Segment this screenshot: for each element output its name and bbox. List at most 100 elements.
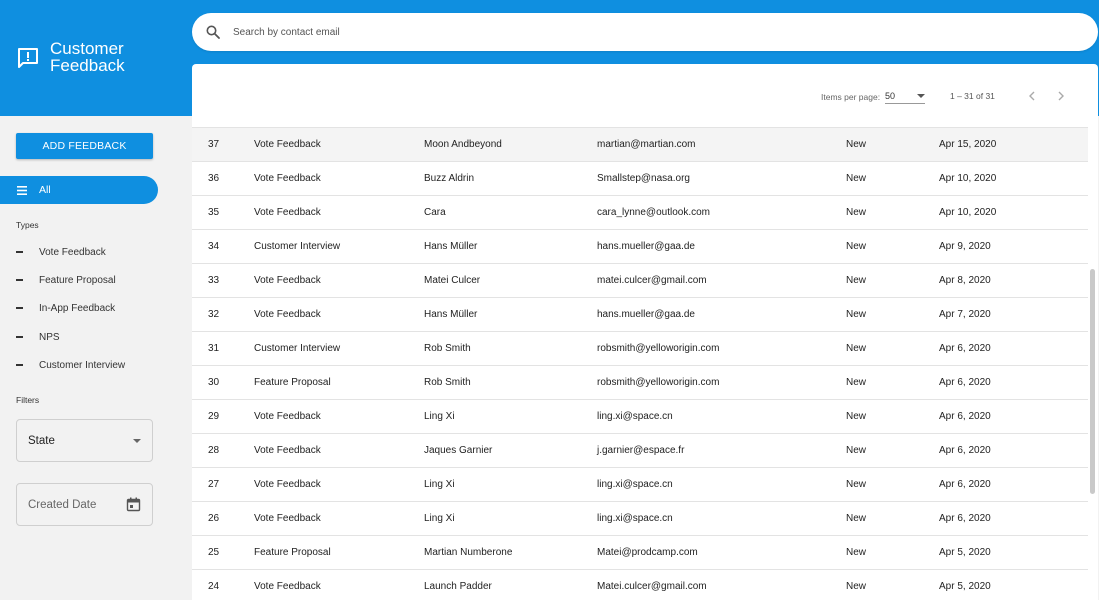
row-created-date: Apr 7, 2020 (939, 309, 991, 320)
row-state: New (846, 343, 867, 354)
sidebar-item-vote-feedback[interactable]: Vote Feedback (16, 242, 106, 262)
dash-icon (16, 279, 23, 281)
row-contact-name: Launch Padder (424, 581, 492, 592)
table-row[interactable]: 28 Vote Feedback Jaques Garnier j.garnier@e… (192, 434, 1088, 468)
table-row[interactable]: 25 Feature Proposal Martian Numberone Matei… (192, 536, 1088, 570)
search-input[interactable] (233, 26, 833, 38)
row-state: New (846, 139, 867, 150)
row-contact-email: Matei.culcer@gmail.com (597, 581, 707, 592)
row-contact-email: ling.xi@space.cn (597, 411, 673, 422)
row-type: Vote Feedback (254, 207, 321, 218)
state-select[interactable]: State (16, 419, 153, 462)
table-row[interactable]: 33 Vote Feedback Matei Culcer matei.culcer@… (192, 264, 1088, 298)
app-title: Customer Feedback (50, 40, 125, 74)
row-contact-name: Hans Müller (424, 241, 478, 252)
row-created-date: Apr 6, 2020 (939, 445, 991, 456)
row-id: 32 (208, 309, 220, 320)
dash-icon (16, 251, 23, 253)
row-type: Feature Proposal (254, 547, 331, 558)
feedback-table: 37 Vote Feedback Moon Andbeyond martian@mar… (192, 127, 1088, 600)
sidebar-item-customer-interview[interactable]: Customer Interview (16, 355, 125, 375)
caret-down-icon (917, 93, 925, 98)
search-icon (206, 25, 220, 39)
row-created-date: Apr 5, 2020 (939, 547, 991, 558)
scrollbar[interactable] (1090, 269, 1095, 494)
filters-heading: Filters (16, 395, 40, 405)
table-row[interactable]: 37 Vote Feedback Moon Andbeyond martian@mar… (192, 127, 1088, 162)
table-row[interactable]: 35 Vote Feedback Cara cara_lynne@outlook.co… (192, 196, 1088, 230)
row-created-date: Apr 8, 2020 (939, 275, 991, 286)
row-type: Vote Feedback (254, 513, 321, 524)
row-id: 33 (208, 275, 220, 286)
sidebar-item-feature-proposal[interactable]: Feature Proposal (16, 270, 116, 290)
row-type: Customer Interview (254, 241, 341, 252)
row-contact-name: Moon Andbeyond (424, 139, 502, 150)
row-contact-email: Matei@prodcamp.com (597, 547, 698, 558)
row-created-date: Apr 9, 2020 (939, 241, 991, 252)
row-contact-email: hans.mueller@gaa.de (597, 241, 695, 252)
sidebar-item-all-label: All (39, 184, 51, 196)
feedback-table-card: Items per page: 50 1 – 31 of 31 37 Vote F… (192, 64, 1098, 600)
table-row[interactable]: 29 Vote Feedback Ling Xi ling.xi@space.cn Ne… (192, 400, 1088, 434)
table-row[interactable]: 26 Vote Feedback Ling Xi ling.xi@space.cn Ne… (192, 502, 1088, 536)
row-contact-name: Rob Smith (424, 377, 471, 388)
row-id: 34 (208, 241, 220, 252)
sidebar-item-label: In-App Feedback (39, 302, 116, 314)
feedback-icon (18, 48, 38, 68)
add-feedback-button[interactable]: ADD FEEDBACK (16, 133, 153, 159)
items-per-page-select[interactable]: 50 (885, 88, 925, 104)
row-contact-name: Cara (424, 207, 446, 218)
table-row[interactable]: 32 Vote Feedback Hans Müller hans.mueller@g… (192, 298, 1088, 332)
row-id: 31 (208, 343, 220, 354)
row-id: 29 (208, 411, 220, 422)
table-row[interactable]: 31 Customer Interview Rob Smith robsmith@ye… (192, 332, 1088, 366)
row-contact-name: Hans Müller (424, 309, 478, 320)
row-contact-name: Jaques Garnier (424, 445, 493, 456)
row-contact-email: cara_lynne@outlook.com (597, 207, 710, 218)
sidebar-item-nps[interactable]: NPS (16, 327, 60, 347)
sidebar-item-label: Vote Feedback (39, 246, 106, 258)
row-created-date: Apr 6, 2020 (939, 343, 991, 354)
sidebar-item-all[interactable]: All (0, 176, 158, 204)
row-contact-name: Rob Smith (424, 343, 471, 354)
row-created-date: Apr 15, 2020 (939, 139, 997, 150)
dash-icon (16, 307, 23, 309)
table-row[interactable]: 30 Feature Proposal Rob Smith robsmith@yell… (192, 366, 1088, 400)
row-contact-email: ling.xi@space.cn (597, 513, 673, 524)
row-state: New (846, 377, 867, 388)
items-per-page-label: Items per page: (821, 92, 881, 102)
sidebar-item-in-app-feedback[interactable]: In-App Feedback (16, 298, 115, 318)
row-created-date: Apr 6, 2020 (939, 479, 991, 490)
row-state: New (846, 479, 867, 490)
row-id: 36 (208, 173, 220, 184)
row-id: 26 (208, 513, 220, 524)
row-type: Vote Feedback (254, 309, 321, 320)
row-id: 24 (208, 581, 220, 592)
table-row[interactable]: 27 Vote Feedback Ling Xi ling.xi@space.cn Ne… (192, 468, 1088, 502)
row-state: New (846, 275, 867, 286)
chevron-left-icon (1029, 91, 1035, 101)
row-state: New (846, 411, 867, 422)
app-title-line2: Feedback (50, 56, 125, 75)
row-state: New (846, 445, 867, 456)
row-state: New (846, 513, 867, 524)
previous-page-button[interactable] (1024, 88, 1040, 104)
table-row[interactable]: 24 Vote Feedback Launch Padder Matei.culcer… (192, 570, 1088, 600)
row-state: New (846, 581, 867, 592)
row-contact-name: Martian Numberone (424, 547, 513, 558)
app-title-line1: Customer (50, 39, 124, 58)
search-bar[interactable] (192, 13, 1098, 51)
calendar-icon[interactable] (126, 497, 141, 512)
row-type: Vote Feedback (254, 445, 321, 456)
row-type: Vote Feedback (254, 479, 321, 490)
row-type: Customer Interview (254, 343, 341, 354)
row-contact-email: martian@martian.com (597, 139, 696, 150)
row-contact-name: Ling Xi (424, 479, 455, 490)
table-row[interactable]: 34 Customer Interview Hans Müller hans.muel… (192, 230, 1088, 264)
table-row[interactable]: 36 Vote Feedback Buzz Aldrin Smallstep@nasa… (192, 162, 1088, 196)
row-state: New (846, 309, 867, 320)
created-date-field[interactable]: Created Date (16, 483, 153, 526)
row-id: 30 (208, 377, 220, 388)
row-id: 37 (208, 139, 220, 150)
next-page-button[interactable] (1053, 88, 1069, 104)
